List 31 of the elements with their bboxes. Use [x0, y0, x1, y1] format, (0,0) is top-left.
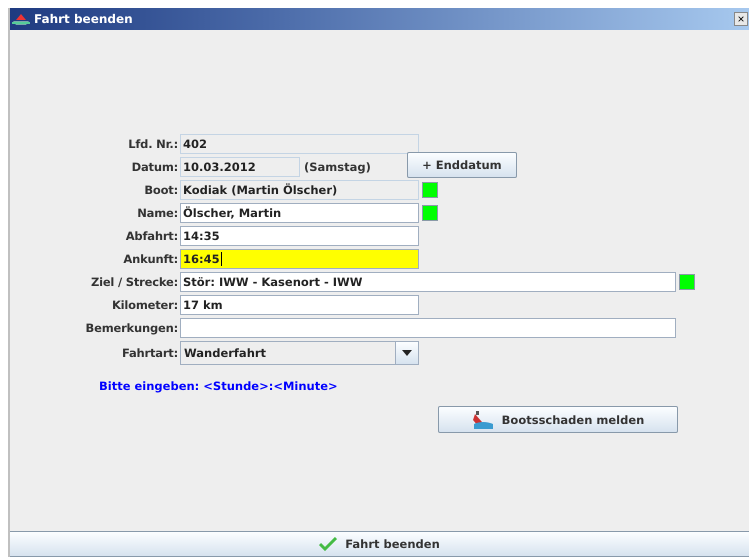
field-label: Ankunft:	[122, 252, 179, 266]
dropdown-arrow-icon	[402, 350, 412, 356]
readonly-field: 402	[180, 134, 419, 154]
window-title: Fahrt beenden	[34, 12, 134, 26]
input-field[interactable]: Ölscher, Martin	[180, 202, 419, 222]
field-label: Lfd. Nr.:	[127, 136, 179, 150]
report-damage-button[interactable]: Bootsschaden melden	[438, 406, 678, 433]
close-button[interactable]: ×	[734, 12, 748, 26]
boat-icon	[12, 12, 30, 26]
input-field[interactable]: 16:45	[180, 248, 419, 268]
input-field[interactable]: 17 km	[180, 294, 419, 314]
finish-trip-button[interactable]: Fahrt beenden	[10, 531, 749, 557]
field-label: Bemerkungen:	[84, 320, 179, 334]
field-label: Kilometer:	[110, 298, 179, 312]
field-label: Boot:	[143, 182, 179, 196]
dropdown[interactable]: Wanderfahrt	[180, 340, 419, 364]
field-label: Datum:	[130, 160, 179, 174]
input-field[interactable]: 14:35	[180, 226, 419, 246]
input-field[interactable]: Stör: IWW - Kasenort - IWW	[180, 272, 676, 292]
input-field[interactable]	[180, 318, 676, 338]
hint-text: Bitte eingeben: <Stunde>:<Minute>	[99, 379, 339, 393]
field-label: Ziel / Strecke:	[90, 274, 179, 288]
end-date-button[interactable]: + Enddatum	[406, 152, 517, 178]
field-label: Name:	[136, 206, 179, 220]
sinking-ship-icon	[472, 410, 494, 430]
field-label: Fahrtart:	[120, 346, 179, 360]
checkmark-icon	[319, 537, 338, 551]
readonly-field: Kodiak (Martin Ölscher)	[180, 180, 419, 200]
weekday-label: (Samstag)	[304, 160, 371, 174]
date-field: 10.03.2012	[180, 156, 300, 176]
field-label: Abfahrt:	[124, 228, 179, 242]
